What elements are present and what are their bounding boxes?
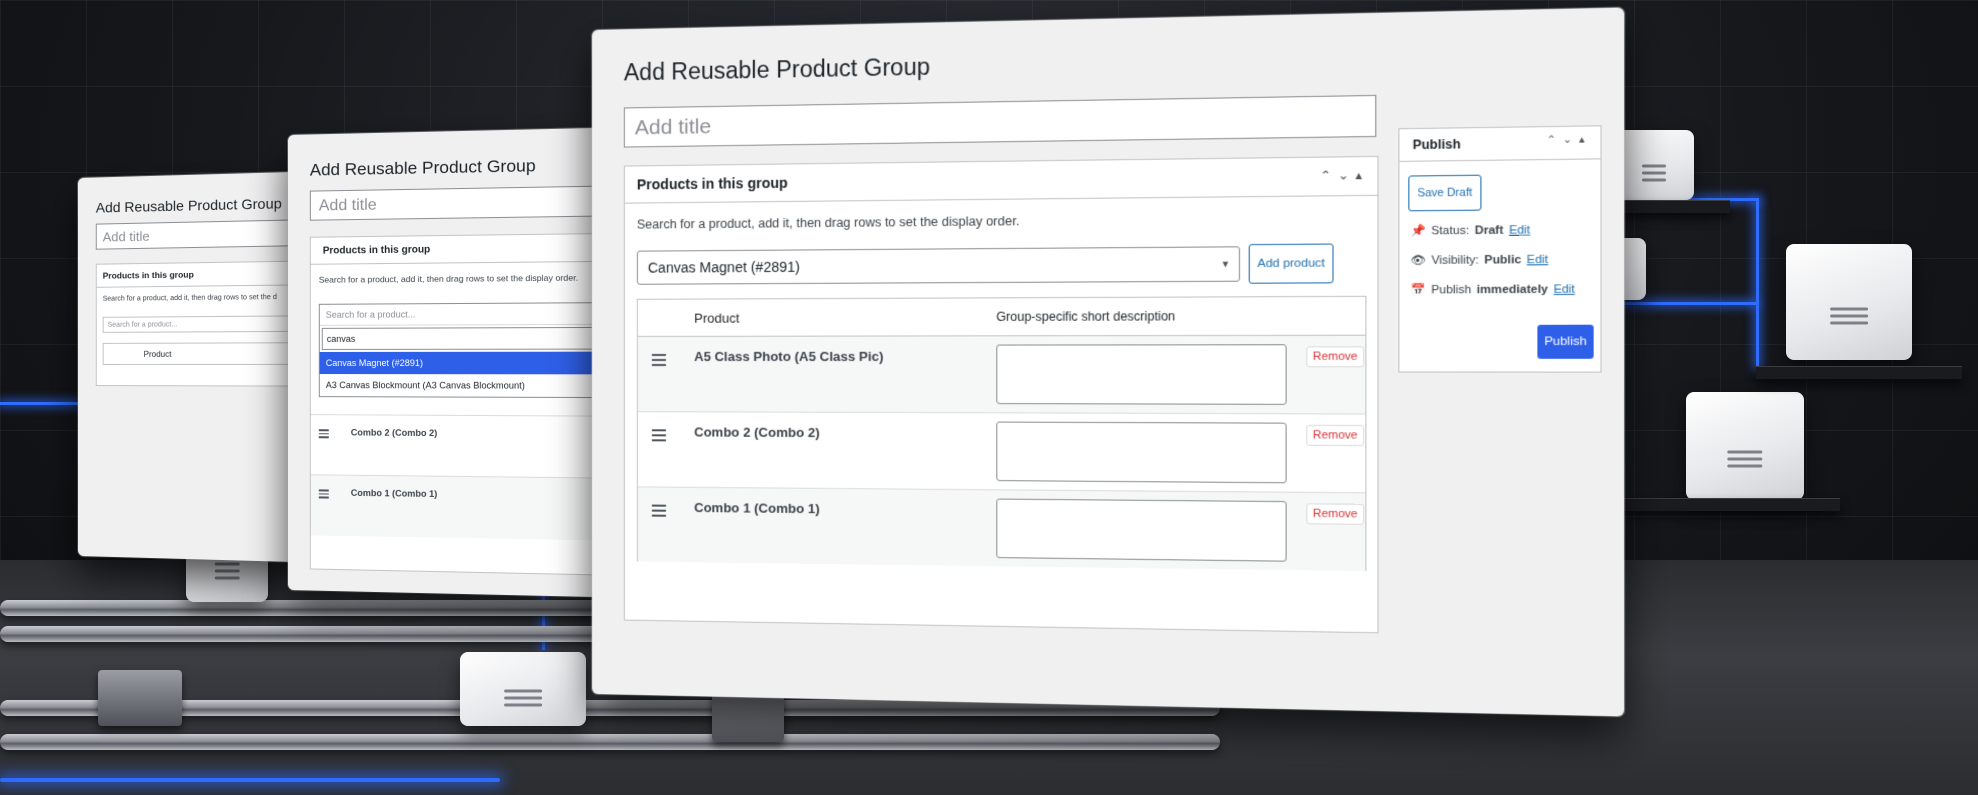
publish-box-title: Publish [1412, 136, 1461, 153]
products-box: Products in this group ⌃⌄▴ Search for a … [623, 155, 1379, 634]
product-select[interactable]: Canvas Magnet (#2891) ▼ [636, 246, 1241, 285]
box-toggle-icons[interactable]: ⌃⌄▴ [1320, 168, 1368, 183]
visibility-row: 👁 Visibility: Public Edit [1410, 253, 1548, 268]
drag-handle-icon[interactable] [651, 351, 666, 369]
neon-line [1756, 198, 1759, 368]
column-header-description: Group-specific short description [996, 309, 1176, 325]
box-title: Products in this group [102, 269, 194, 281]
shelf [1756, 366, 1962, 379]
visibility-label: Visibility: [1431, 253, 1479, 267]
short-description-textarea[interactable] [996, 498, 1287, 562]
page-title: Add Reusable Product Group [309, 155, 536, 180]
rail-clamp [98, 670, 182, 726]
schedule-row: 📅 Publish immediately Edit [1410, 282, 1574, 297]
add-product-button[interactable]: Add product [1248, 243, 1334, 284]
products-box: Products in this group Search for a prod… [95, 260, 302, 387]
short-description-textarea[interactable] [996, 421, 1287, 484]
publish-value: immediately [1476, 282, 1548, 296]
search-input[interactable]: Search for a product... [102, 315, 297, 333]
box-description: Search for a product, add it, then drag … [102, 293, 277, 303]
product-search-dropdown[interactable]: Search for a product... canvas Canvas Ma… [318, 301, 626, 399]
pin-icon: 📌 [1410, 224, 1426, 238]
status-value: Draft [1474, 223, 1504, 237]
publish-button[interactable]: Publish [1537, 324, 1594, 359]
chevron-down-icon: ▼ [1220, 258, 1231, 270]
remove-button[interactable]: Remove [1306, 424, 1365, 447]
remove-button[interactable]: Remove [1306, 503, 1365, 525]
box-title: Products in this group [636, 174, 788, 193]
main-screen: Add Reusable Product Group Add title Pro… [592, 7, 1625, 717]
title-input[interactable]: Add title [95, 219, 300, 250]
table-row[interactable]: Combo 1 (Combo 1) Remove [637, 487, 1366, 572]
dropdown-option[interactable]: A3 Canvas Blockmount (A3 Canvas Blockmou… [320, 374, 626, 397]
cube-icon [1786, 244, 1912, 360]
search-input[interactable]: Search for a product... [319, 302, 626, 326]
product-name: Combo 1 (Combo 1) [350, 487, 438, 500]
cube-icon [1614, 130, 1694, 200]
back-screen: Add Reusable Product Group Add title Pro… [78, 171, 302, 563]
remove-button[interactable]: Remove [1306, 346, 1365, 368]
title-input[interactable]: Add title [309, 184, 626, 221]
box-title: Products in this group [322, 243, 431, 257]
drag-handle-icon[interactable] [651, 426, 666, 444]
edit-status-link[interactable]: Edit [1509, 223, 1530, 236]
dropdown-option[interactable]: Canvas Magnet (#2891) [319, 351, 626, 375]
title-input[interactable]: Add title [623, 94, 1377, 148]
conveyor-glow [0, 778, 500, 782]
drag-handle-icon[interactable] [651, 502, 666, 520]
shelf [1610, 498, 1840, 511]
page-title: Add Reusable Product Group [623, 53, 930, 86]
product-name: Combo 2 (Combo 2) [694, 424, 820, 441]
publish-box: Publish ⌃⌄▴ Save Draft 📌 Status: Draft E… [1398, 125, 1602, 373]
product-name: A5 Class Photo (A5 Class Pic) [694, 348, 884, 365]
calendar-icon: 📅 [1410, 283, 1426, 297]
selected-product: Canvas Magnet (#2891) [647, 258, 800, 276]
table-row[interactable]: Combo 2 (Combo 2) [310, 414, 626, 479]
drag-handle-icon[interactable] [318, 487, 329, 500]
product-name: Combo 1 (Combo 1) [694, 499, 820, 517]
page-title: Add Reusable Product Group [95, 194, 282, 216]
status-row: 📌 Status: Draft Edit [1410, 223, 1530, 238]
box-description: Search for a product, add it, then drag … [318, 272, 579, 285]
mid-screen: Add Reusable Product Group Add title Pro… [288, 127, 626, 598]
publish-label: Publish [1431, 283, 1472, 297]
cube-icon [1686, 392, 1804, 500]
products-box: Products in this group Search for a prod… [309, 232, 626, 577]
box-toggle-icons[interactable]: ⌃⌄▴ [1547, 134, 1592, 146]
drag-handle-icon[interactable] [318, 427, 329, 440]
box-description: Search for a product, add it, then drag … [636, 213, 1020, 232]
short-description-textarea[interactable] [996, 344, 1287, 405]
search-query[interactable]: canvas [321, 326, 626, 350]
edit-visibility-link[interactable]: Edit [1527, 253, 1548, 266]
save-draft-button[interactable]: Save Draft [1408, 174, 1482, 212]
column-header-product: Product [694, 310, 740, 326]
eye-icon: 👁 [1410, 254, 1426, 268]
table-row[interactable]: Combo 1 (Combo 1) [310, 474, 626, 542]
table-row[interactable]: A5 Class Photo (A5 Class Pic) Remove [637, 335, 1366, 415]
status-label: Status: [1431, 223, 1470, 237]
product-name: Combo 2 (Combo 2) [350, 427, 438, 439]
column-product: Product [102, 342, 297, 365]
neon-line [0, 402, 80, 405]
edit-schedule-link[interactable]: Edit [1554, 283, 1575, 296]
visibility-value: Public [1484, 253, 1522, 267]
table-row[interactable]: Combo 2 (Combo 2) Remove [637, 412, 1366, 494]
products-table: Product Group-specific short description… [636, 295, 1367, 572]
conveyor-rail [0, 734, 1220, 750]
cube-icon [460, 652, 586, 726]
